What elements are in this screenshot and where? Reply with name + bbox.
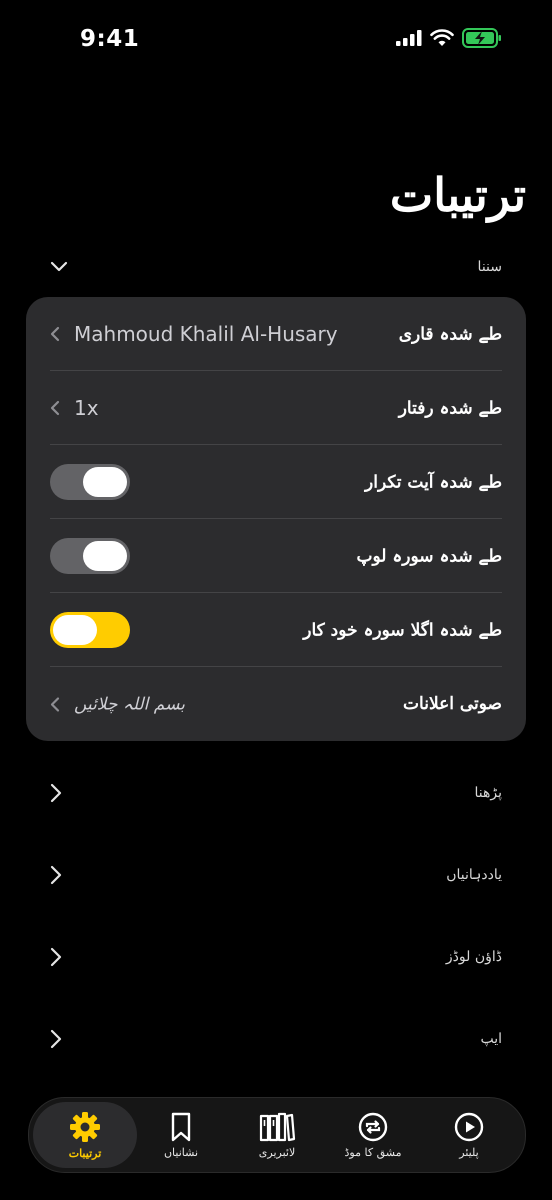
chevron-right-icon — [50, 1029, 62, 1049]
tab-practice-mode[interactable]: مشق کا موڈ — [325, 1102, 421, 1168]
tab-library[interactable]: لائبریری — [229, 1102, 325, 1168]
surah-loop-toggle[interactable] — [50, 538, 130, 574]
status-time: 9:41 — [80, 26, 140, 52]
row-default-speed[interactable]: طے شدہ رفتار 1x — [26, 371, 526, 445]
section-reading-label: پڑھنا — [474, 785, 503, 801]
tab-settings[interactable]: ترتیبات — [33, 1102, 137, 1168]
battery-charging-icon — [462, 28, 501, 48]
play-icon — [454, 1112, 484, 1142]
repeat-ayah-toggle[interactable] — [50, 464, 130, 500]
section-downloads-label: ڈاؤن لوڈز — [445, 949, 502, 965]
status-icons — [396, 28, 502, 48]
page-title: ترتیبات — [389, 168, 526, 222]
chevron-right-icon — [50, 865, 62, 885]
chevron-right-icon — [50, 783, 62, 803]
default-reciter-text: Mahmoud Khalil Al-Husary — [74, 322, 338, 346]
tab-bookmarks[interactable]: نشانیاں — [133, 1102, 229, 1168]
row-autoplay-next: طے شدہ اگلا سورہ خود کار — [26, 593, 526, 667]
surah-loop-label: طے شدہ سورہ لوپ — [356, 546, 502, 567]
tab-bookmarks-label: نشانیاں — [163, 1146, 199, 1159]
audio-announcements-label: صوتی اعلانات — [403, 694, 502, 714]
section-app-label: ایپ — [480, 1031, 502, 1047]
tab-library-label: لائبریری — [258, 1146, 296, 1159]
status-bar: 9:41 — [0, 0, 552, 84]
default-speed-text: 1x — [74, 396, 99, 420]
row-surah-loop: طے شدہ سورہ لوپ — [26, 519, 526, 593]
row-default-reciter[interactable]: طے شدہ قاری Mahmoud Khalil Al-Husary — [26, 297, 526, 371]
listening-settings-card: طے شدہ قاری Mahmoud Khalil Al-Husary طے … — [26, 297, 526, 741]
audio-announcements-text: بسم اللہ چلائیں — [74, 694, 185, 715]
wifi-icon — [430, 29, 454, 46]
section-reminders-label: یاددہانیاں — [446, 867, 502, 883]
tab-practice-mode-label: مشق کا موڈ — [344, 1146, 402, 1159]
default-speed-label: طے شدہ رفتار — [398, 398, 502, 419]
tab-player-label: پلیئر — [459, 1146, 479, 1159]
default-reciter-value: Mahmoud Khalil Al-Husary — [50, 322, 338, 346]
section-downloads[interactable]: ڈاؤن لوڈز — [0, 927, 552, 987]
gear-icon — [70, 1112, 100, 1142]
section-app[interactable]: ایپ — [0, 1009, 552, 1069]
chevron-left-icon — [50, 400, 60, 416]
audio-announcements-value: بسم اللہ چلائیں — [50, 694, 185, 715]
tab-bar: ترتیبات نشانیاں لائبریری مشق کا موڈ پلیئ… — [28, 1097, 526, 1173]
autoplay-next-toggle[interactable] — [50, 612, 130, 648]
repeat-ayah-label: طے شدہ آیت تکرار — [365, 472, 502, 493]
section-reminders[interactable]: یاددہانیاں — [0, 845, 552, 905]
cellular-signal-icon — [396, 30, 422, 46]
library-icon — [259, 1112, 296, 1142]
tab-player[interactable]: پلیئر — [421, 1102, 517, 1168]
chevron-left-icon — [50, 696, 60, 712]
section-listening-label: سننا — [477, 259, 502, 275]
section-reading[interactable]: پڑھنا — [0, 763, 552, 823]
bookmark-icon — [171, 1112, 191, 1142]
chevron-down-icon — [50, 261, 68, 272]
default-reciter-label: طے شدہ قاری — [398, 324, 502, 345]
row-audio-announcements[interactable]: صوتی اعلانات بسم اللہ چلائیں — [26, 667, 526, 741]
row-repeat-ayah: طے شدہ آیت تکرار — [26, 445, 526, 519]
section-listening[interactable]: سننا — [0, 237, 552, 297]
tab-settings-label: ترتیبات — [68, 1147, 102, 1160]
autoplay-next-label: طے شدہ اگلا سورہ خود کار — [303, 620, 502, 641]
chevron-left-icon — [50, 326, 60, 342]
repeat-icon — [358, 1112, 388, 1142]
default-speed-value: 1x — [50, 396, 99, 420]
chevron-right-icon — [50, 947, 62, 967]
